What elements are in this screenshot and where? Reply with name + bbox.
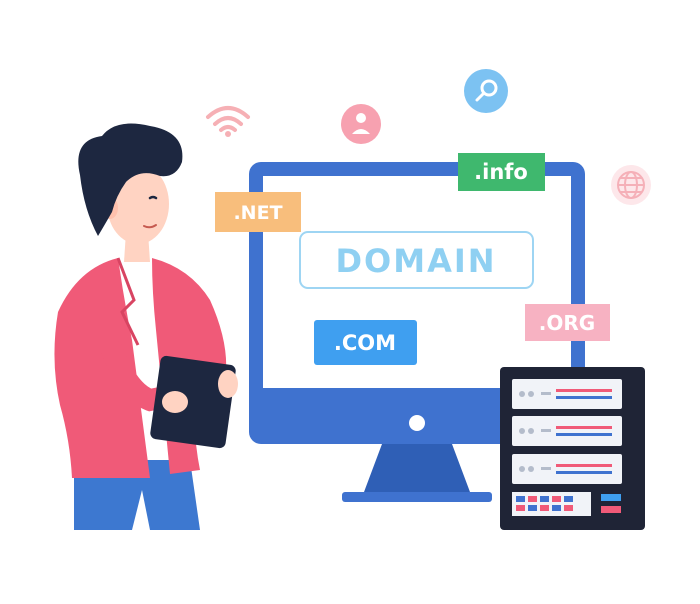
wifi-icon bbox=[206, 106, 250, 137]
hand-right bbox=[218, 370, 238, 398]
org-tag: .ORG bbox=[525, 304, 610, 341]
com-label: .COM bbox=[334, 331, 396, 355]
com-tag: .COM bbox=[314, 320, 417, 365]
info-label: .info bbox=[474, 160, 528, 184]
eye bbox=[148, 195, 158, 200]
globe-icon bbox=[611, 165, 651, 205]
org-label: .ORG bbox=[539, 311, 595, 335]
hand bbox=[162, 391, 188, 413]
server-rack bbox=[500, 367, 645, 530]
monitor-base bbox=[342, 492, 492, 502]
info-tag: .info bbox=[458, 153, 545, 191]
domain-illustration: DOMAIN .COM .NET .info .ORG bbox=[54, 69, 651, 530]
net-label: .NET bbox=[233, 202, 282, 224]
monitor-power-dot bbox=[409, 415, 425, 431]
person bbox=[54, 123, 238, 530]
search-icon bbox=[464, 69, 508, 113]
monitor-stand bbox=[364, 444, 470, 492]
server-unit bbox=[512, 416, 622, 446]
server-unit bbox=[512, 379, 622, 409]
domain-label: DOMAIN bbox=[335, 242, 496, 280]
user-icon bbox=[341, 104, 381, 144]
net-tag: .NET bbox=[215, 192, 301, 232]
server-unit bbox=[512, 454, 622, 484]
domain-box: DOMAIN bbox=[299, 231, 534, 289]
